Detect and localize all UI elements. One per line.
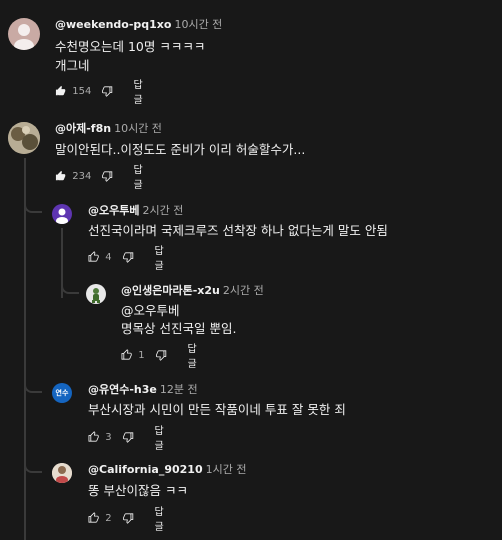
comment-text-line: 명목상 선진국일 뿐임. — [121, 321, 237, 336]
thumbs-up-icon[interactable] — [88, 250, 99, 264]
thumbs-up-icon[interactable] — [55, 169, 66, 183]
reply-button[interactable]: 답글 — [154, 242, 169, 272]
comment-author[interactable]: @California_90210 — [88, 463, 203, 476]
like-count: 1 — [138, 349, 145, 361]
thread-line-main — [24, 158, 26, 540]
like-count: 3 — [105, 431, 112, 443]
thread-connector — [24, 381, 42, 393]
comment-author[interactable]: @오우투베 — [88, 204, 139, 217]
thumbs-down-icon[interactable] — [102, 169, 113, 183]
reply-button[interactable]: 답글 — [133, 76, 148, 106]
reply-button[interactable]: 답글 — [187, 340, 202, 370]
like-count: 2 — [105, 512, 112, 524]
comment-header: @아제-f8n 10시간 전 — [55, 122, 162, 136]
avatar[interactable] — [8, 18, 40, 50]
comment-text-line: 똥 부산이잖음 ㅋㅋ — [88, 483, 188, 498]
comment-time[interactable]: 2시간 전 — [142, 204, 183, 217]
comment-actions: 234 답글 — [55, 165, 148, 191]
comment-text-line: 개그네 — [55, 58, 90, 73]
comment-header: @인생은마라톤-x2u 2시간 전 — [121, 284, 264, 298]
thread-connector — [24, 201, 42, 213]
avatar-initials: 연수 — [55, 389, 69, 397]
comment-time[interactable]: 1시간 전 — [206, 463, 247, 476]
comment-actions: 1 답글 — [121, 344, 202, 370]
comment-author[interactable]: @유연수-h3e — [88, 383, 157, 396]
reply-button[interactable]: 답글 — [133, 161, 148, 191]
comment-author[interactable]: @아제-f8n — [55, 122, 111, 135]
thumbs-up-icon[interactable] — [121, 348, 132, 362]
comment-text-line: 선진국이라며 국제크루즈 선착장 하나 없다는게 말도 안됨 — [88, 223, 388, 238]
like-count: 154 — [72, 85, 92, 97]
comment-time[interactable]: 10시간 전 — [174, 18, 222, 31]
comment-actions: 154 답글 — [55, 80, 148, 106]
comment-header: @California_90210 1시간 전 — [88, 463, 246, 477]
comment-author[interactable]: @인생은마라톤-x2u — [121, 284, 220, 297]
thread-connector — [24, 461, 42, 473]
thumbs-down-icon[interactable] — [102, 84, 113, 98]
avatar[interactable]: 연수 — [52, 383, 72, 403]
thread-connector — [61, 282, 79, 294]
thumbs-down-icon[interactable] — [123, 511, 134, 525]
avatar[interactable] — [52, 463, 72, 483]
thumbs-down-icon[interactable] — [156, 348, 167, 362]
comment-header: @weekendo-pq1xo 10시간 전 — [55, 18, 222, 32]
mention-text[interactable]: @오우투베 — [121, 301, 180, 320]
thumbs-down-icon[interactable] — [123, 250, 134, 264]
thumbs-up-icon[interactable] — [88, 430, 99, 444]
comment-author[interactable]: @weekendo-pq1xo — [55, 18, 171, 31]
avatar[interactable] — [8, 122, 40, 154]
avatar[interactable] — [52, 204, 72, 224]
thumbs-up-icon[interactable] — [55, 84, 66, 98]
comment-header: @오우투베 2시간 전 — [88, 204, 183, 218]
comment-time[interactable]: 10시간 전 — [114, 122, 162, 135]
reply-button[interactable]: 답글 — [154, 503, 169, 533]
comment-text-line: 말이안된다..이정도도 준비가 이리 허술할수가... — [55, 142, 306, 157]
reply-button[interactable]: 답글 — [154, 422, 169, 452]
comment-text-line: 수천명오는데 10명 ㅋㅋㅋㅋ — [55, 39, 206, 54]
like-count: 234 — [72, 170, 92, 182]
comment-actions: 4 답글 — [88, 246, 169, 272]
comment-actions: 2 답글 — [88, 507, 169, 533]
like-count: 4 — [105, 251, 112, 263]
comment-time[interactable]: 2시간 전 — [223, 284, 264, 297]
comment-header: @유연수-h3e 12분 전 — [88, 383, 198, 397]
avatar[interactable] — [86, 284, 106, 304]
thumbs-down-icon[interactable] — [123, 430, 134, 444]
comment-time[interactable]: 12분 전 — [160, 383, 198, 396]
comment-text-line: 부산시장과 시민이 만든 작품이네 투표 잘 못한 죄 — [88, 402, 346, 417]
thumbs-up-icon[interactable] — [88, 511, 99, 525]
comment-actions: 3 답글 — [88, 426, 169, 452]
